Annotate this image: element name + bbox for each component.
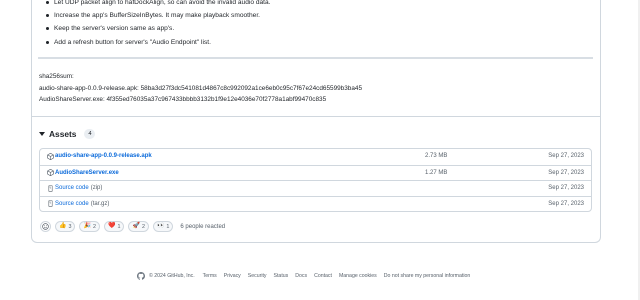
footer-link-docs[interactable]: Docs <box>295 273 307 279</box>
asset-row: Source code (zip) Sep 27, 2023 <box>40 180 591 196</box>
asset-date: Sep 27, 2023 <box>548 169 584 176</box>
asset-link[interactable]: audio-share-app-0.0.9-release.apk <box>47 152 152 160</box>
heart-icon: ❤️ <box>107 223 116 229</box>
footer-link-status[interactable]: Status <box>274 273 289 279</box>
asset-name: AudioShareServer.exe <box>55 169 119 176</box>
package-icon <box>47 169 54 176</box>
asset-link[interactable]: Source code (tar.gz) <box>47 200 109 207</box>
release-notes-list: Let UDP packet align to hafDockAlign, so… <box>42 0 572 49</box>
caret-down-icon <box>39 132 45 136</box>
thumbs-up-icon: 👍 <box>59 223 67 229</box>
asset-format: (tar.gz) <box>90 200 110 207</box>
asset-row: AudioShareServer.exe 1.27 MB Sep 27, 202… <box>40 164 591 181</box>
asset-date: Sep 27, 2023 <box>548 153 584 159</box>
footer-link-manage-cookies[interactable]: Manage cookies <box>339 273 377 279</box>
release-note-item: Keep the server's version same as app's. <box>42 22 572 35</box>
release-note-item: Increase the app's BufferSizeInBytes. It… <box>42 9 572 22</box>
reaction-rocket[interactable]: 🚀 2 <box>128 221 149 232</box>
asset-size: 1.27 MB <box>425 169 448 176</box>
asset-link[interactable]: AudioShareServer.exe <box>47 169 119 176</box>
release-note-item: Add a refresh button for server's "Audio… <box>42 36 572 49</box>
package-icon <box>47 152 54 160</box>
rocket-icon: 🚀 <box>132 223 140 229</box>
section-divider <box>32 116 600 117</box>
reaction-count: 2 <box>92 223 96 230</box>
asset-link[interactable]: Source code (zip) <box>47 184 103 192</box>
asset-size: 2.73 MB <box>425 153 448 159</box>
assets-count-badge: 4 <box>84 129 96 139</box>
asset-name: audio-share-app-0.0.9-release.apk <box>55 153 152 159</box>
smiley-icon <box>42 223 49 230</box>
reaction-count: 1 <box>117 223 121 230</box>
assets-list: audio-share-app-0.0.9-release.apk 2.73 M… <box>39 148 592 212</box>
reactions-summary: 6 people reacted <box>180 223 226 230</box>
reaction-thumbs-up[interactable]: 👍 3 <box>55 221 76 232</box>
asset-row: audio-share-app-0.0.9-release.apk 2.73 M… <box>40 149 591 165</box>
assets-toggle[interactable]: Assets 4 <box>39 128 96 140</box>
reaction-hooray[interactable]: 🎉 2 <box>79 221 100 232</box>
reaction-heart[interactable]: ❤️ 1 <box>103 221 125 232</box>
file-zip-icon <box>48 200 53 207</box>
add-reaction-button[interactable] <box>40 221 51 232</box>
hooray-icon: 🎉 <box>83 223 91 229</box>
footer-link-do-not-share[interactable]: Do not share my personal information <box>384 273 471 279</box>
asset-date: Sep 27, 2023 <box>548 185 584 191</box>
notes-divider <box>38 57 593 59</box>
footer-link-security[interactable]: Security <box>248 273 267 279</box>
asset-row: Source code (tar.gz) Sep 27, 2023 <box>40 195 591 212</box>
file-zip-icon <box>48 184 53 192</box>
github-logo-icon[interactable] <box>137 272 145 280</box>
footer-link-contact[interactable]: Contact <box>314 273 332 279</box>
asset-date: Sep 27, 2023 <box>548 200 584 207</box>
reaction-count: 3 <box>68 223 72 230</box>
copyright: © 2024 GitHub, Inc. <box>149 273 195 279</box>
reaction-count: 2 <box>141 223 145 230</box>
footer-link-privacy[interactable]: Privacy <box>224 273 241 279</box>
eyes-icon: 👀 <box>156 223 165 229</box>
release-note-item: Let UDP packet align to hafDockAlign, so… <box>42 0 572 9</box>
asset-format: (zip) <box>90 185 103 191</box>
sha-label: sha256sum: <box>39 73 74 80</box>
sha-line-exe: AudioShareServer.exe: 4f355ed76035a37c96… <box>39 96 327 103</box>
sha-checksums: sha256sum: audio-share-app-0.0.9-release… <box>39 71 362 106</box>
asset-name: Source code <box>55 200 89 207</box>
reactions-bar: 👍 3 🎉 2 ❤️ 1 🚀 2 👀 1 6 people reacted <box>40 221 225 232</box>
assets-title: Assets <box>49 129 77 139</box>
asset-name: Source code <box>55 185 89 191</box>
reaction-eyes[interactable]: 👀 1 <box>152 221 174 232</box>
sha-line-apk: audio-share-app-0.0.9-release.apk: 58ba3… <box>39 84 362 92</box>
site-footer: © 2024 GitHub, Inc. Terms Privacy Securi… <box>137 271 477 281</box>
reaction-count: 1 <box>166 223 170 230</box>
footer-link-terms[interactable]: Terms <box>203 273 217 279</box>
